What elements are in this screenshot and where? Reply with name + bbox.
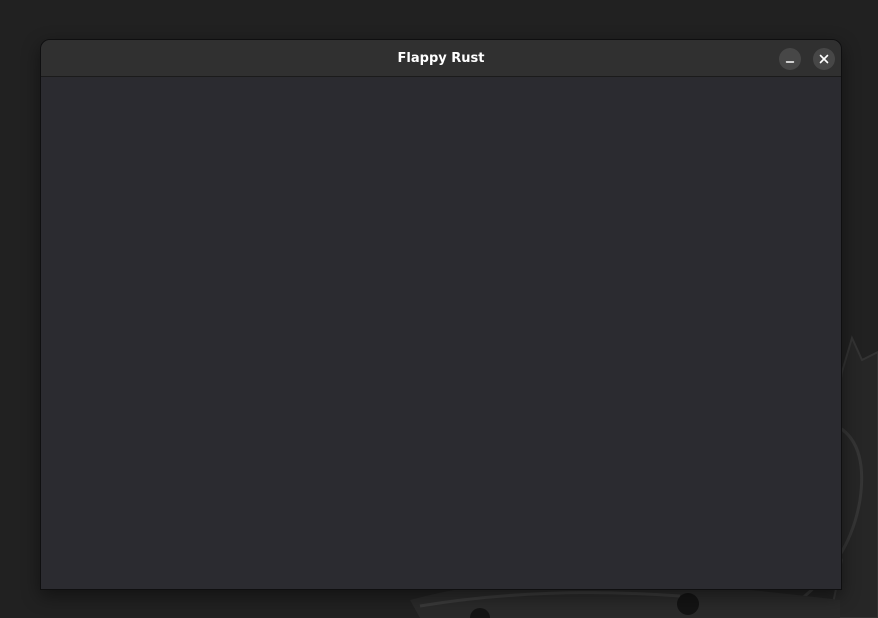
- game-canvas[interactable]: [41, 77, 841, 589]
- titlebar[interactable]: Flappy Rust: [41, 40, 841, 77]
- close-button[interactable]: [813, 48, 835, 70]
- app-window: Flappy Rust: [40, 39, 842, 590]
- desktop: Flappy Rust: [0, 0, 878, 618]
- window-title: Flappy Rust: [397, 51, 485, 66]
- close-icon: [819, 54, 829, 64]
- minimize-icon: [785, 61, 795, 63]
- minimize-button[interactable]: [779, 48, 801, 70]
